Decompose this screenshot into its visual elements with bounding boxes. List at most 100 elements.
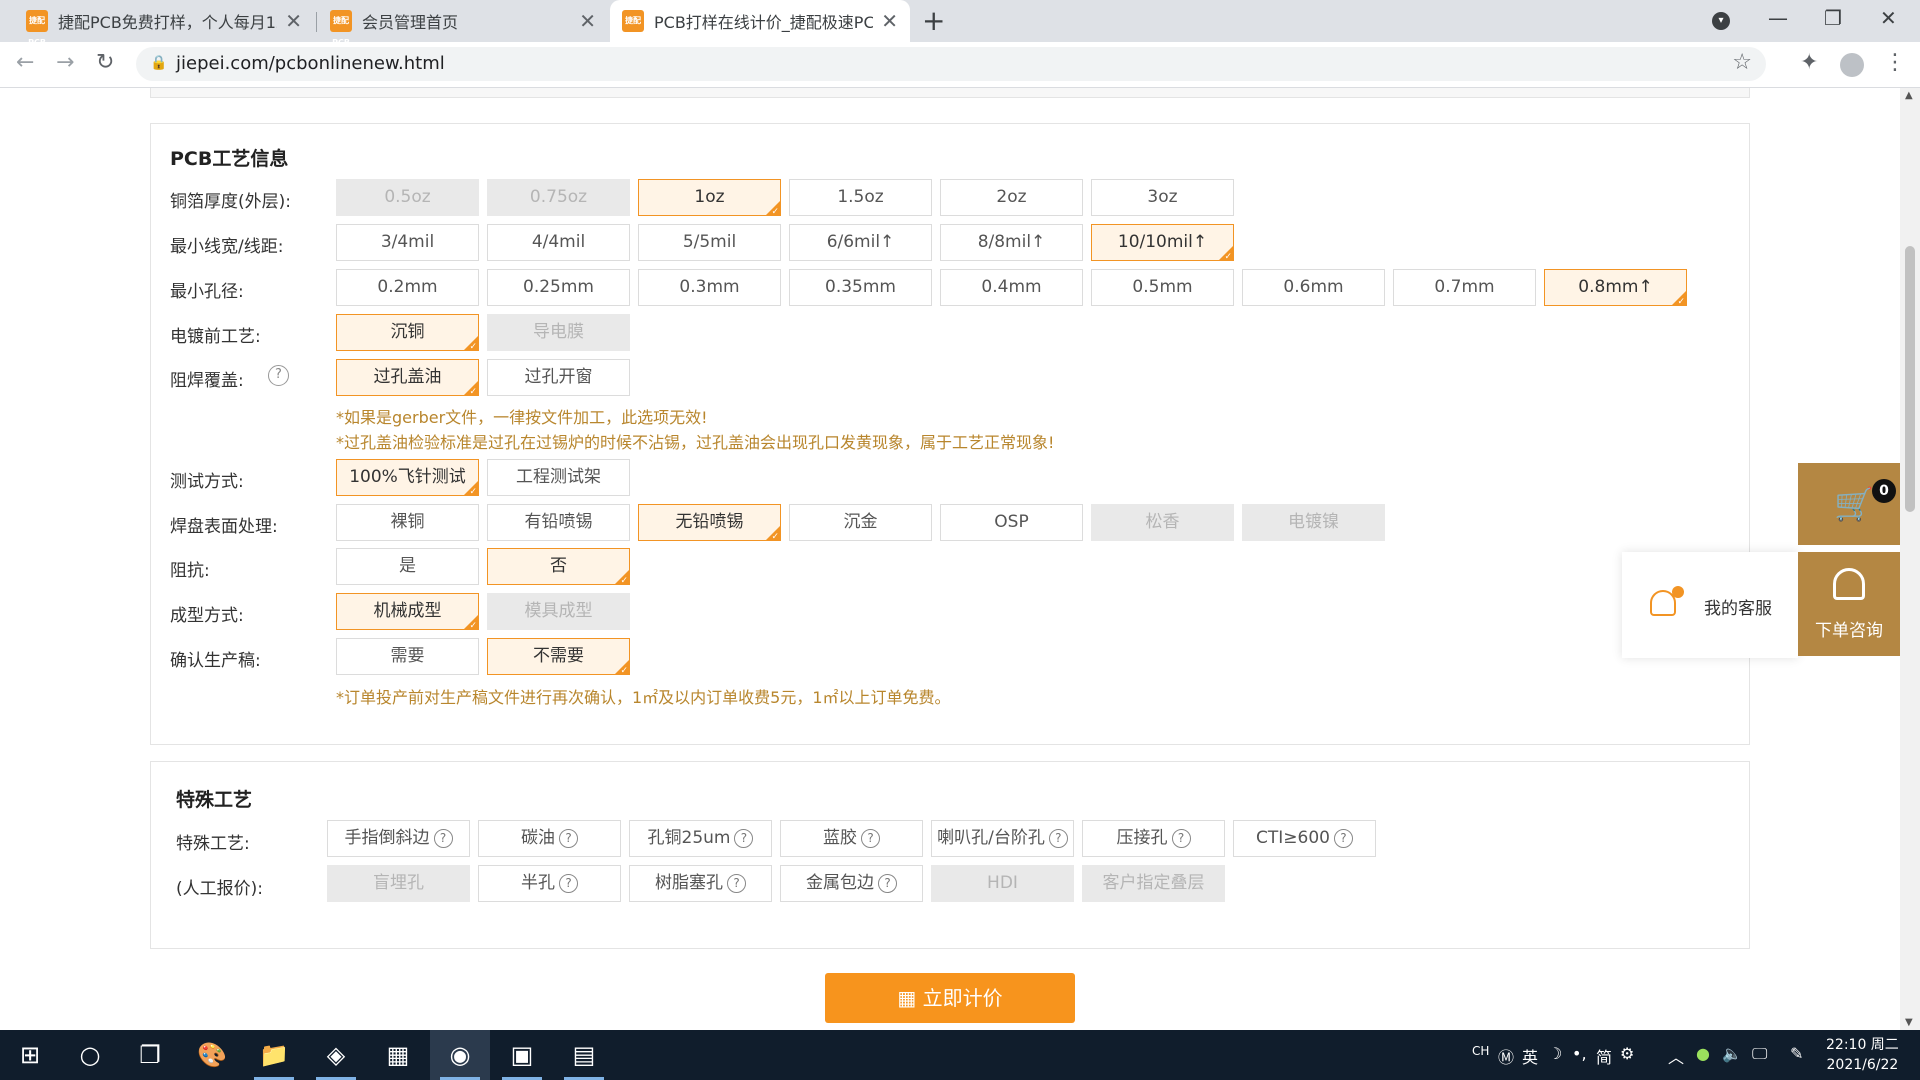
help-icon[interactable]: ?: [1171, 828, 1191, 848]
option-confirm-no-need[interactable]: 不需要: [487, 638, 630, 676]
option-trace-4-4mil[interactable]: 4/4mil: [487, 224, 630, 261]
option-plating-copper[interactable]: 沉铜: [336, 314, 479, 352]
option-press-fit-hole[interactable]: 压接孔?: [1082, 820, 1225, 857]
tab-search-icon[interactable]: ▾: [1712, 12, 1730, 30]
option-via-open[interactable]: 过孔开窗: [487, 359, 630, 396]
file-explorer-icon[interactable]: 📁: [244, 1030, 304, 1080]
option-via-tented[interactable]: 过孔盖油: [336, 359, 479, 397]
option-flying-probe[interactable]: 100%飞针测试: [336, 459, 479, 497]
close-tab-icon[interactable]: ✕: [579, 9, 596, 33]
search-circle-icon[interactable]: ○: [60, 1030, 120, 1080]
my-service-button[interactable]: 我的客服: [1622, 552, 1798, 658]
address-bar[interactable]: 🔒 jiepei.com/pcbonlinenew.html ☆: [136, 47, 1766, 81]
pen-icon[interactable]: ✎: [1790, 1044, 1803, 1063]
help-icon[interactable]: ?: [1048, 828, 1068, 848]
url-text[interactable]: jiepei.com/pcbonlinenew.html: [176, 53, 445, 74]
help-icon[interactable]: ?: [861, 828, 880, 848]
option-hole-0.7mm[interactable]: 0.7mm: [1393, 269, 1536, 306]
close-tab-icon[interactable]: ✕: [285, 9, 302, 33]
option-half-hole[interactable]: 半孔?: [478, 865, 621, 902]
option-resin-plug[interactable]: 树脂塞孔?: [629, 865, 772, 902]
scroll-up-icon[interactable]: ▲: [1905, 90, 1913, 101]
paint-app-icon[interactable]: 🎨: [182, 1030, 242, 1080]
option-trace-3-4mil[interactable]: 3/4mil: [336, 224, 479, 261]
option-hole-0.4mm[interactable]: 0.4mm: [940, 269, 1083, 306]
scrollbar-thumb[interactable]: [1905, 246, 1915, 512]
option-cti-600[interactable]: CTI≥600?: [1233, 820, 1376, 857]
chrome-app-icon[interactable]: ◉: [430, 1030, 490, 1080]
help-icon[interactable]: ?: [433, 828, 453, 848]
meeting-app-icon[interactable]: ▣: [492, 1030, 552, 1080]
bookmark-star-icon[interactable]: ☆: [1732, 50, 1752, 75]
help-icon[interactable]: ?: [727, 873, 746, 893]
minimize-icon[interactable]: —: [1768, 6, 1788, 30]
option-copper-3oz[interactable]: 3oz: [1091, 179, 1234, 216]
back-icon[interactable]: ←: [16, 50, 34, 75]
option-surface-enig[interactable]: 沉金: [789, 504, 932, 541]
option-surface-osp[interactable]: OSP: [940, 504, 1083, 541]
option-test-fixture[interactable]: 工程测试架: [487, 459, 630, 496]
extensions-icon[interactable]: ✦: [1800, 50, 1818, 75]
option-carbon-ink[interactable]: 碳油?: [478, 820, 621, 857]
option-countersink-hole[interactable]: 喇叭孔/台阶孔?: [931, 820, 1074, 857]
close-window-icon[interactable]: ✕: [1880, 6, 1897, 30]
profile-avatar[interactable]: [1840, 53, 1864, 77]
moon-icon[interactable]: ☽: [1548, 1044, 1562, 1063]
close-tab-icon[interactable]: ✕: [881, 9, 898, 33]
option-surface-leaded-hasl[interactable]: 有铅喷锡: [487, 504, 630, 541]
option-trace-8-8mil[interactable]: 8/8mil↑: [940, 224, 1083, 261]
ime-charset[interactable]: 简: [1596, 1044, 1612, 1068]
option-hole-0.8mm[interactable]: 0.8mm↑: [1544, 269, 1687, 307]
option-trace-10-10mil[interactable]: 10/10mil↑: [1091, 224, 1234, 262]
calculate-price-button[interactable]: ▦ 立即计价: [825, 973, 1075, 1023]
option-copper-1oz[interactable]: 1oz: [638, 179, 781, 217]
volume-icon[interactable]: 🔈: [1722, 1044, 1742, 1063]
option-impedance-no[interactable]: 否: [487, 548, 630, 586]
option-hole-0.6mm[interactable]: 0.6mm: [1242, 269, 1385, 306]
option-copper-2oz[interactable]: 2oz: [940, 179, 1083, 216]
option-edge-plating[interactable]: 金属包边?: [780, 865, 923, 902]
option-hole-0.5mm[interactable]: 0.5mm: [1091, 269, 1234, 306]
help-icon[interactable]: ?: [559, 873, 578, 893]
option-peelable-mask[interactable]: 蓝胶?: [780, 820, 923, 857]
calculator-app-icon[interactable]: ▦: [368, 1030, 428, 1080]
option-confirm-need[interactable]: 需要: [336, 638, 479, 675]
help-icon[interactable]: ?: [559, 828, 578, 848]
option-surface-bare-copper[interactable]: 裸铜: [336, 504, 479, 541]
browser-tab-active[interactable]: 捷配 PCB PCB打样在线计价_捷配极速PCB ✕: [610, 0, 910, 47]
option-forming-mechanical[interactable]: 机械成型: [336, 593, 479, 631]
option-hole-0.25mm[interactable]: 0.25mm: [487, 269, 630, 306]
show-hidden-icons-icon[interactable]: ︿: [1668, 1044, 1684, 1068]
option-hole-0.2mm[interactable]: 0.2mm: [336, 269, 479, 306]
help-icon[interactable]: ?: [268, 365, 289, 386]
punctuation-icon[interactable]: •,: [1572, 1044, 1587, 1063]
network-icon[interactable]: 🖵: [1752, 1044, 1767, 1064]
scroll-down-icon[interactable]: ▼: [1905, 1017, 1913, 1028]
new-tab-icon[interactable]: +: [922, 4, 945, 37]
editor-app-icon[interactable]: ◈: [306, 1030, 366, 1080]
option-trace-6-6mil[interactable]: 6/6mil↑: [789, 224, 932, 261]
option-impedance-yes[interactable]: 是: [336, 548, 479, 585]
option-surface-leadfree-hasl[interactable]: 无铅喷锡: [638, 504, 781, 542]
page-scrollbar[interactable]: ▲ ▼: [1900, 88, 1920, 1030]
forward-icon[interactable]: →: [56, 50, 74, 75]
reload-icon[interactable]: ↻: [96, 50, 114, 75]
help-icon[interactable]: ?: [1333, 828, 1353, 848]
option-hole-0.3mm[interactable]: 0.3mm: [638, 269, 781, 306]
restore-icon[interactable]: ❐: [1824, 6, 1842, 30]
ime-indicator[interactable]: CH: [1472, 1044, 1489, 1058]
help-icon[interactable]: ?: [878, 873, 897, 893]
option-hole-0.35mm[interactable]: 0.35mm: [789, 269, 932, 306]
system-clock[interactable]: 22:10 周二 2021/6/22: [1826, 1035, 1899, 1075]
option-hole-copper-25um[interactable]: 孔铜25um?: [629, 820, 772, 857]
security-app-icon[interactable]: ●: [1696, 1044, 1710, 1063]
cart-button[interactable]: 🛒 0: [1798, 463, 1900, 545]
browser-tab[interactable]: 捷配 PCB 捷配PCB免费打样，个人每月1次 ✕: [14, 0, 314, 47]
archive-app-icon[interactable]: ▤: [554, 1030, 614, 1080]
windows-start-icon[interactable]: ⊞: [0, 1030, 60, 1080]
settings-gear-icon[interactable]: ⚙: [1620, 1044, 1634, 1063]
task-view-icon[interactable]: ❐: [120, 1030, 180, 1080]
ime-language[interactable]: 英: [1522, 1044, 1538, 1068]
order-consult-button[interactable]: 下单咨询: [1798, 552, 1900, 656]
help-icon[interactable]: ?: [734, 828, 754, 848]
